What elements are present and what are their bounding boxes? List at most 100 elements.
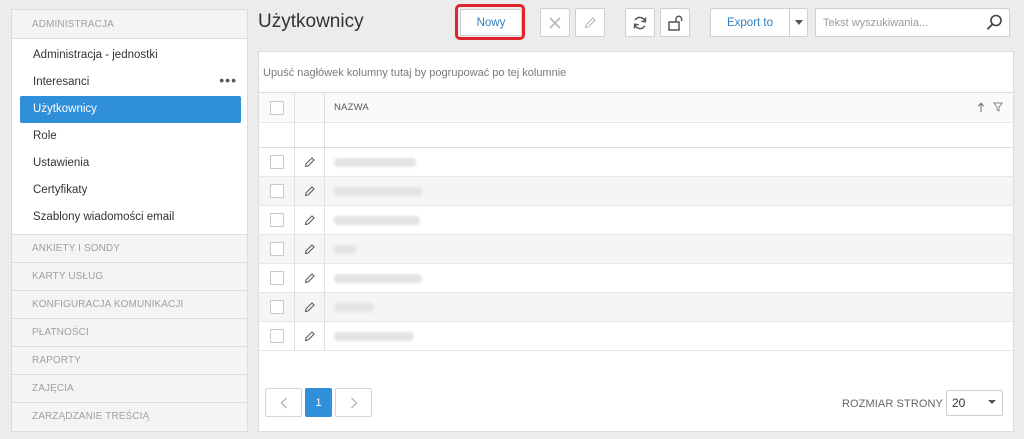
sidebar-item-szablony[interactable]: Szablony wiadomości email (20, 204, 241, 231)
sidebar-item-uzytkownicy[interactable]: Użytkownicy (20, 96, 241, 123)
prev-page-button[interactable] (265, 388, 302, 417)
sidebar-section-raporty[interactable]: RAPORTY (12, 347, 247, 375)
header-edit-cell (295, 93, 325, 122)
sidebar-item-label: Administracja - jednostki (33, 49, 158, 61)
select-all-checkbox[interactable] (269, 100, 284, 115)
row-edit-cell (295, 322, 325, 350)
sidebar-items: Administracja - jednostki Interesanci •••… (12, 39, 247, 235)
row-name-cell (325, 264, 1013, 292)
row-checkbox[interactable] (269, 271, 284, 285)
pencil-icon[interactable] (304, 243, 316, 255)
sidebar-section-administracja[interactable]: ADMINISTRACJA (12, 10, 247, 39)
row-checkbox[interactable] (269, 300, 284, 314)
users-grid: Upuść nagłówek kolumny tutaj by pogrupow… (258, 51, 1014, 432)
row-edit-cell (295, 206, 325, 234)
redacted-text (334, 215, 420, 225)
page-size-select[interactable]: 20 (946, 390, 1003, 416)
search-input[interactable] (816, 9, 976, 36)
row-checkbox[interactable] (269, 184, 284, 198)
row-check-cell (259, 177, 295, 205)
table-row[interactable] (259, 206, 1013, 235)
row-check-cell (259, 322, 295, 350)
refresh-button[interactable] (625, 8, 655, 37)
sidebar-item-label: Certyfikaty (33, 184, 88, 196)
sidebar: ADMINISTRACJA Administracja - jednostki … (11, 9, 248, 432)
table-row[interactable] (259, 235, 1013, 264)
sidebar-item-certyfikaty[interactable]: Certyfikaty (20, 177, 241, 204)
sidebar-section-zarzadzanie[interactable]: ZARZĄDZANIE TREŚCIĄ (12, 403, 247, 431)
pencil-icon[interactable] (304, 330, 316, 342)
row-check-cell (259, 206, 295, 234)
new-button[interactable]: Nowy (460, 9, 522, 36)
filter-icon[interactable] (993, 102, 1003, 112)
row-checkbox[interactable] (269, 213, 284, 227)
row-name-cell (325, 235, 1013, 263)
sidebar-item-label: Role (33, 130, 57, 142)
chevron-down-icon (794, 20, 803, 25)
next-page-button[interactable] (335, 388, 372, 417)
row-name-cell (325, 322, 1013, 350)
row-check-cell (259, 264, 295, 292)
table-row[interactable] (259, 293, 1013, 322)
filter-name-cell[interactable] (325, 123, 1013, 147)
group-drop-area[interactable]: Upuść nagłówek kolumny tutaj by pogrupow… (259, 52, 1013, 93)
row-name-cell (325, 177, 1013, 205)
redacted-text (334, 302, 374, 312)
redacted-text (334, 157, 416, 167)
chevron-down-icon (988, 400, 996, 404)
page-size-label: ROZMIAR STRONY (841, 398, 943, 410)
sort-asc-icon[interactable] (977, 102, 985, 113)
sidebar-item-role[interactable]: Role (20, 123, 241, 150)
search-icon[interactable] (986, 14, 1003, 31)
table-row[interactable] (259, 177, 1013, 206)
page-button-1[interactable]: 1 (305, 388, 332, 417)
sidebar-section-platnosci[interactable]: PŁATNOŚCI (12, 319, 247, 347)
row-name-cell (325, 293, 1013, 321)
pencil-icon[interactable] (304, 185, 316, 197)
pencil-icon (584, 16, 596, 28)
export-button[interactable]: Export to (710, 8, 790, 37)
export-dropdown-button[interactable] (789, 8, 808, 37)
table-row[interactable] (259, 322, 1013, 351)
header-check-cell (259, 93, 295, 122)
sidebar-item-administracja-jednostki[interactable]: Administracja - jednostki (20, 42, 241, 69)
row-name-cell (325, 206, 1013, 234)
sidebar-section-karty-uslug[interactable]: KARTY USŁUG (12, 263, 247, 291)
redacted-text (334, 273, 422, 283)
column-header-name[interactable]: NAZWA (325, 93, 1013, 122)
table-row[interactable] (259, 264, 1013, 293)
row-checkbox[interactable] (269, 155, 284, 169)
pencil-icon[interactable] (304, 301, 316, 313)
edit-button[interactable] (575, 8, 605, 37)
unlock-button[interactable] (660, 8, 690, 37)
redacted-text (334, 331, 414, 341)
row-check-cell (259, 148, 295, 176)
column-header-tools (977, 102, 1003, 113)
page-title: Użytkownicy (258, 11, 364, 32)
delete-button[interactable] (540, 8, 570, 37)
row-name-cell (325, 148, 1013, 176)
grid-header-row: NAZWA (259, 93, 1013, 123)
search-box (815, 8, 1010, 37)
sidebar-item-ustawienia[interactable]: Ustawienia (20, 150, 241, 177)
sidebar-section-ankiety[interactable]: ANKIETY I SONDY (12, 235, 247, 263)
row-edit-cell (295, 177, 325, 205)
unlock-icon (668, 15, 683, 31)
filter-edit-cell (295, 123, 325, 147)
pencil-icon[interactable] (304, 272, 316, 284)
sidebar-item-label: Użytkownicy (33, 103, 97, 115)
filter-row (259, 123, 1013, 148)
more-icon[interactable]: ••• (219, 69, 237, 91)
row-checkbox[interactable] (269, 242, 284, 256)
row-check-cell (259, 235, 295, 263)
sidebar-section-konfiguracja[interactable]: KONFIGURACJA KOMUNIKACJI (12, 291, 247, 319)
row-check-cell (259, 293, 295, 321)
table-row[interactable] (259, 148, 1013, 177)
sidebar-item-interesanci[interactable]: Interesanci ••• (20, 69, 241, 96)
sidebar-section-zajecia[interactable]: ZAJĘCIA (12, 375, 247, 403)
row-edit-cell (295, 264, 325, 292)
pencil-icon[interactable] (304, 214, 316, 226)
pencil-icon[interactable] (304, 156, 316, 168)
sidebar-item-label: Interesanci (33, 76, 90, 88)
row-checkbox[interactable] (269, 329, 284, 343)
